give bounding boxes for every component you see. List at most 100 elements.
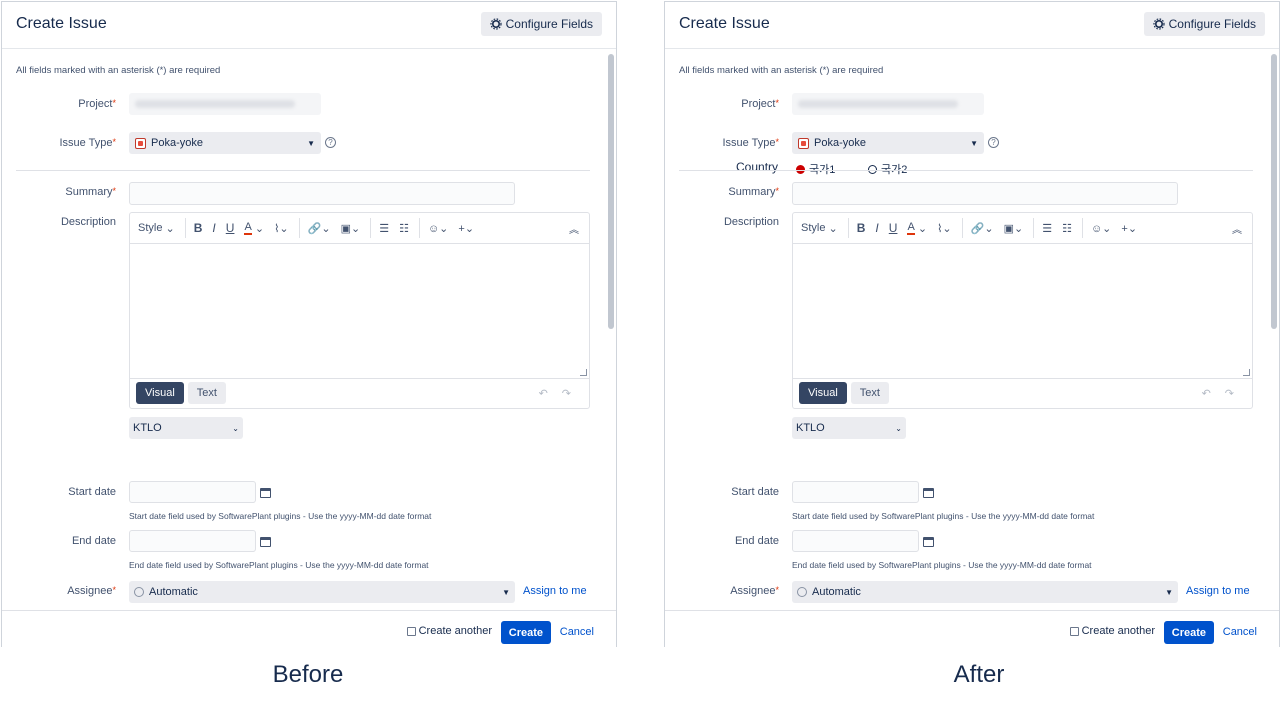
resize-grip-icon[interactable] xyxy=(1243,369,1250,376)
scroll-thumb[interactable] xyxy=(608,54,614,329)
underline-button[interactable]: U xyxy=(889,218,898,238)
description-textarea[interactable] xyxy=(793,244,1252,379)
text-effects-button[interactable]: ⌇⌄ xyxy=(274,218,289,238)
undo-icon[interactable]: ↶ xyxy=(1202,387,1211,400)
start-date-hint: Start date field used by SoftwarePlant p… xyxy=(792,511,1095,521)
insert-more-button[interactable]: +⌄ xyxy=(1121,218,1137,238)
bullet-list-button[interactable]: ☰ xyxy=(370,218,389,238)
dialog-title: Create Issue xyxy=(679,15,770,32)
start-date-input[interactable] xyxy=(129,481,256,503)
text-mode-tab[interactable]: Text xyxy=(850,382,889,404)
configure-fields-button[interactable]: Configure Fields xyxy=(1143,12,1265,36)
chevron-down-icon: ▼ xyxy=(1165,587,1173,597)
issue-type-select[interactable]: Poka-yoke ▼ xyxy=(792,132,984,154)
help-icon[interactable]: ? xyxy=(325,137,336,148)
checkbox[interactable] xyxy=(406,626,416,636)
resize-grip-icon[interactable] xyxy=(580,369,587,376)
radio-unselected-icon[interactable] xyxy=(868,164,877,174)
assignee-select[interactable]: Automatic ▼ xyxy=(792,581,1178,603)
editor-toolbar: Style ⌄ B I U A ⌄ ⌇⌄ 🔗⌄ ▣⌄ ☰ ☷ ☺⌄ +⌄ ︽ xyxy=(793,213,1252,244)
chevron-down-icon: ▼ xyxy=(502,587,510,597)
calendar-icon[interactable] xyxy=(923,537,934,547)
redo-icon[interactable]: ↷ xyxy=(562,387,571,400)
create-button[interactable]: Create xyxy=(500,621,551,644)
emoji-button[interactable]: ☺⌄ xyxy=(418,218,448,238)
ktlo-select[interactable]: KTLO ⌄ xyxy=(129,417,243,439)
description-textarea[interactable] xyxy=(130,244,589,379)
country-option-2[interactable]: 국가2 xyxy=(868,161,907,177)
text-color-button[interactable]: A ⌄ xyxy=(244,218,264,238)
text-effects-button[interactable]: ⌇⌄ xyxy=(937,218,952,238)
scrollbar[interactable] xyxy=(605,50,615,610)
numbered-list-button[interactable]: ☷ xyxy=(1062,218,1072,238)
attachment-button[interactable]: ▣⌄ xyxy=(1004,218,1024,238)
bold-button[interactable]: B xyxy=(847,218,865,238)
checkbox[interactable] xyxy=(1069,626,1079,636)
required-note: All fields marked with an asterisk (*) a… xyxy=(679,65,884,76)
style-dropdown[interactable]: Style ⌄ xyxy=(801,218,838,238)
project-select[interactable] xyxy=(129,93,321,115)
issue-type-select[interactable]: Poka-yoke ▼ xyxy=(129,132,321,154)
visual-mode-tab[interactable]: Visual xyxy=(136,382,184,404)
description-editor: Style ⌄ B I U A ⌄ ⌇⌄ 🔗⌄ ▣⌄ ☰ ☷ ☺⌄ +⌄ ︽ V… xyxy=(792,212,1253,409)
create-button[interactable]: Create xyxy=(1163,621,1214,644)
text-mode-tab[interactable]: Text xyxy=(187,382,226,404)
scrollbar[interactable] xyxy=(1268,50,1278,610)
configure-fields-label: Configure Fields xyxy=(1168,17,1256,31)
underline-button[interactable]: U xyxy=(226,218,235,238)
bold-button[interactable]: B xyxy=(184,218,202,238)
link-button[interactable]: 🔗⌄ xyxy=(961,218,994,238)
avatar-icon xyxy=(134,587,144,597)
cancel-link[interactable]: Cancel xyxy=(560,626,594,638)
numbered-list-button[interactable]: ☷ xyxy=(399,218,409,238)
description-label: Description xyxy=(60,216,116,228)
project-label: Project* xyxy=(78,98,116,110)
project-select[interactable] xyxy=(792,93,984,115)
redo-icon[interactable]: ↷ xyxy=(1225,387,1234,400)
assign-to-me-link[interactable]: Assign to me xyxy=(523,585,587,597)
calendar-icon[interactable] xyxy=(260,537,271,547)
create-another-checkbox[interactable]: Create another xyxy=(1069,625,1155,637)
start-date-input[interactable] xyxy=(792,481,919,503)
summary-label: Summary* xyxy=(65,186,116,198)
collapse-toolbar-icon[interactable]: ︽ xyxy=(1232,221,1242,236)
calendar-icon[interactable] xyxy=(260,488,271,498)
create-another-checkbox[interactable]: Create another xyxy=(406,625,492,637)
bullet-list-button[interactable]: ☰ xyxy=(1033,218,1052,238)
calendar-icon[interactable] xyxy=(923,488,934,498)
italic-button[interactable]: I xyxy=(875,218,878,238)
assignee-select[interactable]: Automatic ▼ xyxy=(129,581,515,603)
cancel-link[interactable]: Cancel xyxy=(1223,626,1257,638)
style-dropdown[interactable]: Style ⌄ xyxy=(138,218,175,238)
chevron-down-icon: ▼ xyxy=(970,138,978,148)
before-caption: Before xyxy=(272,661,344,688)
emoji-button[interactable]: ☺⌄ xyxy=(1081,218,1111,238)
italic-button[interactable]: I xyxy=(212,218,215,238)
country-label: Country xyxy=(736,160,779,174)
end-date-hint: End date field used by SoftwarePlant plu… xyxy=(792,560,1092,570)
link-button[interactable]: 🔗⌄ xyxy=(298,218,331,238)
summary-input[interactable] xyxy=(792,182,1178,205)
divider xyxy=(16,170,590,171)
assign-to-me-link[interactable]: Assign to me xyxy=(1186,585,1250,597)
summary-input[interactable] xyxy=(129,182,515,205)
scroll-thumb[interactable] xyxy=(1271,54,1277,329)
start-date-label: Start date xyxy=(731,486,779,498)
issue-type-label: Issue Type* xyxy=(59,137,116,149)
radio-selected-icon[interactable] xyxy=(796,164,805,174)
assignee-value: Automatic xyxy=(149,586,198,598)
collapse-toolbar-icon[interactable]: ︽ xyxy=(569,221,579,236)
undo-icon[interactable]: ↶ xyxy=(539,387,548,400)
gear-icon xyxy=(490,18,502,30)
country-option-1[interactable]: 국가1 xyxy=(796,161,835,177)
visual-mode-tab[interactable]: Visual xyxy=(799,382,847,404)
ktlo-select[interactable]: KTLO ⌄ xyxy=(792,417,906,439)
end-date-input[interactable] xyxy=(792,530,919,552)
assignee-value: Automatic xyxy=(812,586,861,598)
end-date-input[interactable] xyxy=(129,530,256,552)
text-color-button[interactable]: A ⌄ xyxy=(907,218,927,238)
insert-more-button[interactable]: +⌄ xyxy=(458,218,474,238)
help-icon[interactable]: ? xyxy=(988,137,999,148)
configure-fields-button[interactable]: Configure Fields xyxy=(480,12,602,36)
attachment-button[interactable]: ▣⌄ xyxy=(341,218,361,238)
